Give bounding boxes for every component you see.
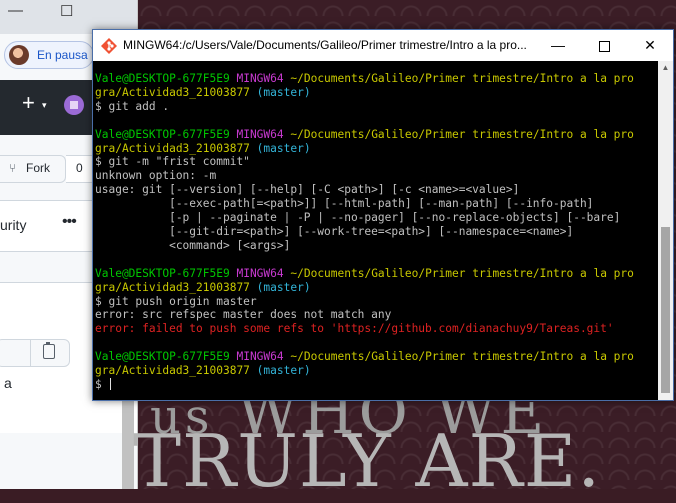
prompt-path: gra/Actividad3_21003877 <box>95 280 250 294</box>
minimize-button[interactable]: — <box>535 30 581 61</box>
prompt-branch: (master) <box>256 85 311 99</box>
prompt-user: Vale@DESKTOP-677F5E9 <box>95 350 230 364</box>
profile-avatar <box>9 45 29 65</box>
fork-count-value: 0 <box>76 161 83 175</box>
git-bash-window[interactable]: MINGW64:/c/Users/Vale/Documents/Galileo/… <box>92 29 674 401</box>
terminal-title: MINGW64:/c/Users/Vale/Documents/Galileo/… <box>123 38 527 52</box>
user-avatar[interactable] <box>64 95 84 115</box>
prompt-branch: (master) <box>256 141 311 155</box>
prompt-path: gra/Actividad3_21003877 <box>95 364 250 378</box>
copy-button[interactable] <box>30 339 70 367</box>
browser-minimize-button[interactable]: — <box>8 2 23 19</box>
browser-maximize-button[interactable]: ☐ <box>60 2 73 20</box>
clone-url-input[interactable] <box>0 339 33 367</box>
prompt-path: ~/Documents/Galileo/Primer trimestre/Int… <box>290 72 634 85</box>
clipboard-icon <box>43 342 55 359</box>
prompt-path: ~/Documents/Galileo/Primer trimestre/Int… <box>290 350 634 364</box>
close-button[interactable]: ✕ <box>627 30 673 61</box>
prompt-branch: (master) <box>256 280 311 294</box>
prompt-path: ~/Documents/Galileo/Primer trimestre/Int… <box>290 266 634 280</box>
prompt-path: gra/Actividad3_21003877 <box>95 85 250 99</box>
terminal-output[interactable]: Vale@DESKTOP-677F5E9 MINGW64 ~/Documents… <box>93 61 658 400</box>
terminal-scrollbar[interactable]: ▲ <box>658 61 673 400</box>
prompt-path: ~/Documents/Galileo/Primer trimestre/Int… <box>290 127 634 141</box>
fork-icon: ⑂ <box>9 161 17 175</box>
prompt-system: MINGW64 <box>236 266 284 280</box>
terminal-titlebar[interactable]: MINGW64:/c/Users/Vale/Documents/Galileo/… <box>93 30 673 61</box>
maximize-icon <box>598 40 610 52</box>
error-output: error: failed to push some refs to 'http… <box>95 322 614 336</box>
prompt-user: Vale@DESKTOP-677F5E9 <box>95 127 230 141</box>
prompt-user: Vale@DESKTOP-677F5E9 <box>95 72 230 85</box>
plus-icon[interactable]: + <box>22 90 35 116</box>
profile-status-label: En pausa <box>37 48 88 62</box>
git-bash-icon <box>101 38 117 54</box>
command-line: $ <box>95 377 109 391</box>
terminal-text: Vale@DESKTOP-677F5E9 MINGW64 ~/Documents… <box>95 72 634 392</box>
command-line: $ git -m "frist commit" <box>95 155 250 169</box>
command-line: $ git push origin master <box>95 294 257 308</box>
prompt-system: MINGW64 <box>236 127 284 141</box>
panel-text-fragment: a <box>4 375 12 391</box>
profile-button[interactable]: En pausa <box>4 41 94 69</box>
more-icon[interactable]: ••• <box>62 213 77 231</box>
command-line: $ git add . <box>95 99 170 113</box>
fork-label: Fork <box>26 161 50 175</box>
caret-down-icon[interactable]: ▾ <box>42 100 47 111</box>
tab-security[interactable]: urity <box>0 217 26 233</box>
command-output: error: src refspec master does not match… <box>95 308 392 322</box>
maximize-button[interactable] <box>581 30 627 61</box>
prompt-system: MINGW64 <box>236 72 284 85</box>
command-output: unknown option: -m usage: git [--version… <box>95 169 621 252</box>
prompt-user: Vale@DESKTOP-677F5E9 <box>95 266 230 280</box>
scrollbar-thumb[interactable] <box>661 227 670 393</box>
scroll-up-icon[interactable]: ▲ <box>658 63 673 72</box>
prompt-system: MINGW64 <box>236 350 284 364</box>
prompt-path: gra/Actividad3_21003877 <box>95 141 250 155</box>
wallpaper-text-line2: TRULY ARE. <box>133 419 602 503</box>
cursor <box>110 377 112 390</box>
fork-button[interactable]: ⑂ Fork <box>0 155 66 183</box>
prompt-branch: (master) <box>256 364 311 378</box>
